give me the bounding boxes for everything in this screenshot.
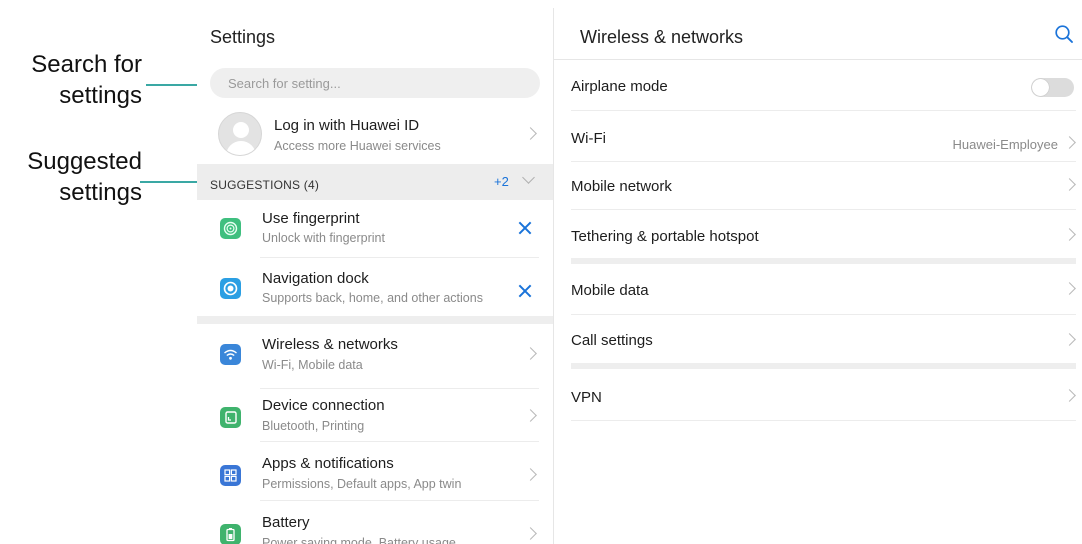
login-title: Log in with Huawei ID — [274, 117, 420, 134]
item-title: Battery — [262, 514, 310, 531]
settings-item-apps-notifications[interactable]: Apps & notifications Permissions, Defaul… — [197, 448, 553, 504]
chevron-down-icon — [522, 171, 535, 184]
login-subtitle: Access more Huawei services — [274, 139, 441, 153]
callout-search-for-settings: Search for settings — [31, 51, 142, 109]
callout-leader-suggested — [140, 179, 205, 185]
settings-header: Settings — [197, 8, 553, 60]
chevron-right-icon — [524, 409, 537, 422]
tethering-label: Tethering & portable hotspot — [571, 228, 759, 245]
airplane-mode-row[interactable]: Airplane mode — [554, 60, 1082, 110]
call-settings-label: Call settings — [571, 332, 653, 349]
avatar-icon — [218, 112, 262, 156]
settings-panel: Settings Search for setting... Log in wi… — [197, 8, 553, 544]
suggestion-subtitle: Unlock with fingerprint — [262, 231, 385, 245]
suggestions-label: SUGGESTIONS (4) — [210, 178, 320, 192]
chevron-right-icon — [1063, 333, 1076, 346]
vpn-label: VPN — [571, 389, 602, 406]
item-title: Wireless & networks — [262, 336, 398, 353]
item-subtitle: Permissions, Default apps, App twin — [262, 477, 462, 491]
wifi-label: Wi-Fi — [571, 130, 606, 147]
search-placeholder: Search for setting... — [228, 76, 341, 91]
wifi-network-name: Huawei-Employee — [952, 137, 1059, 152]
call-settings-row[interactable]: Call settings — [554, 315, 1082, 363]
suggestion-title: Navigation dock — [262, 270, 369, 287]
chevron-right-icon — [524, 527, 537, 540]
device-connection-icon — [220, 407, 241, 428]
suggestion-title: Use fingerprint — [262, 210, 360, 227]
chevron-right-icon — [1063, 178, 1076, 191]
mobile-data-label: Mobile data — [571, 282, 649, 299]
wifi-icon — [220, 344, 241, 365]
item-subtitle: Wi-Fi, Mobile data — [262, 358, 363, 372]
settings-item-wireless-networks[interactable]: Wireless & networks Wi-Fi, Mobile data — [197, 328, 553, 384]
section-divider — [197, 316, 553, 324]
airplane-mode-label: Airplane mode — [571, 78, 668, 95]
settings-item-battery[interactable]: Battery Power saving mode, Battery usage — [197, 507, 553, 544]
airplane-mode-toggle[interactable] — [1031, 78, 1074, 97]
mobile-data-row[interactable]: Mobile data — [554, 264, 1082, 315]
item-title: Device connection — [262, 397, 385, 414]
tethering-hotspot-row[interactable]: Tethering & portable hotspot — [554, 210, 1082, 258]
suggestions-header[interactable]: SUGGESTIONS (4) +2 — [197, 164, 553, 200]
item-subtitle: Bluetooth, Printing — [262, 419, 365, 433]
suggestion-subtitle: Supports back, home, and other actions — [262, 291, 483, 305]
fingerprint-icon — [220, 218, 241, 239]
suggestion-use-fingerprint[interactable]: Use fingerprint Unlock with fingerprint — [197, 204, 553, 252]
settings-item-device-connection[interactable]: Device connection Bluetooth, Printing — [197, 389, 553, 447]
chevron-right-icon — [524, 468, 537, 481]
mobile-network-row[interactable]: Mobile network — [554, 162, 1082, 210]
dismiss-suggestion-close-icon[interactable] — [518, 284, 532, 298]
wireless-title: Wireless & networks — [580, 27, 744, 47]
mobile-network-label: Mobile network — [571, 178, 672, 195]
wireless-networks-panel: Wireless & networks Airplane mode Wi-Fi … — [554, 8, 1082, 544]
search-input[interactable]: Search for setting... — [210, 68, 540, 98]
item-subtitle: Power saving mode, Battery usage — [262, 536, 456, 544]
chevron-right-icon — [1063, 389, 1076, 402]
battery-icon — [220, 524, 241, 544]
vpn-row[interactable]: VPN — [554, 369, 1082, 420]
suggestion-navigation-dock[interactable]: Navigation dock Supports back, home, and… — [197, 262, 553, 314]
dismiss-suggestion-close-icon[interactable] — [518, 221, 532, 235]
wireless-header: Wireless & networks — [554, 8, 1082, 60]
item-title: Apps & notifications — [262, 455, 394, 472]
search-icon[interactable] — [1054, 24, 1074, 44]
callout-suggested-settings: Suggested settings — [27, 148, 142, 206]
navigation-dock-icon — [220, 278, 241, 299]
suggestions-more-count: +2 — [494, 174, 509, 189]
huawei-id-login-row[interactable]: Log in with Huawei ID Access more Huawei… — [197, 108, 553, 160]
chevron-right-icon — [524, 347, 537, 360]
chevron-right-icon — [1063, 228, 1076, 241]
apps-icon — [220, 465, 241, 486]
chevron-right-icon — [524, 127, 537, 140]
settings-title: Settings — [210, 27, 276, 47]
chevron-right-icon — [1063, 282, 1076, 295]
